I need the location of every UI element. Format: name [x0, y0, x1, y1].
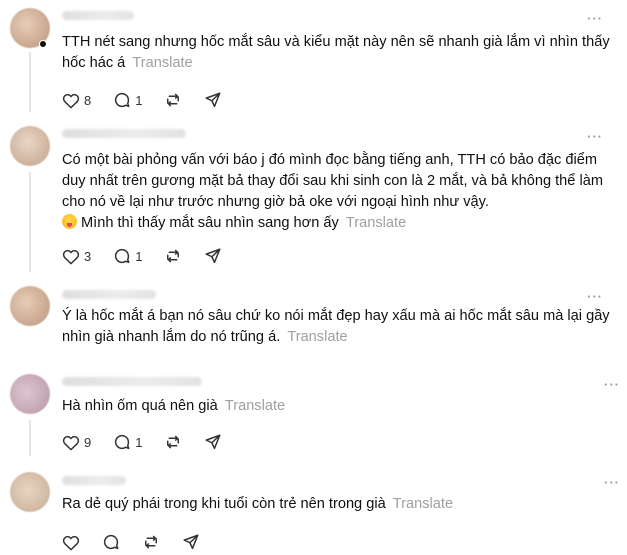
- send-icon: [205, 248, 221, 264]
- username[interactable]: [62, 11, 134, 20]
- more-icon[interactable]: ···: [604, 378, 620, 391]
- tongue-face-emoji-icon: [62, 214, 77, 229]
- send-icon: [183, 534, 199, 550]
- translate-link[interactable]: Translate: [287, 329, 347, 345]
- username[interactable]: [62, 377, 202, 386]
- reply-button[interactable]: 1: [113, 91, 142, 109]
- more-icon[interactable]: ···: [587, 290, 603, 303]
- like-button[interactable]: 8: [62, 92, 91, 109]
- thread-line: [29, 52, 31, 112]
- comment-item: ··· Ra dẻ quý phái trong khi tuổi còn tr…: [0, 462, 627, 555]
- send-icon: [205, 434, 221, 450]
- repost-button[interactable]: [164, 247, 182, 265]
- comment-icon: [115, 92, 130, 108]
- more-icon[interactable]: ···: [587, 12, 603, 25]
- repost-icon: [167, 93, 180, 107]
- avatar[interactable]: [10, 286, 50, 326]
- like-count: 9: [84, 434, 92, 450]
- avatar[interactable]: [10, 374, 50, 414]
- reply-count: 1: [135, 434, 143, 450]
- action-bar: 8 1: [62, 90, 244, 110]
- comment-text: Có một bài phỏng vấn với báo j đó mình đ…: [62, 150, 618, 234]
- action-bar: [62, 532, 222, 552]
- share-button[interactable]: [204, 91, 222, 109]
- translate-link[interactable]: Translate: [132, 55, 192, 71]
- translate-link[interactable]: Translate: [346, 215, 406, 231]
- more-icon[interactable]: ···: [587, 130, 603, 143]
- send-icon: [205, 92, 221, 108]
- repost-button[interactable]: [164, 91, 182, 109]
- heart-icon: [62, 535, 80, 550]
- comment-text: Hà nhìn ốm quá nên già Translate: [62, 396, 618, 417]
- action-bar: 3 1: [62, 246, 244, 266]
- repost-icon: [167, 435, 180, 449]
- username[interactable]: [62, 290, 156, 299]
- comment-body: Hà nhìn ốm quá nên già: [62, 398, 218, 414]
- comment-icon: [115, 434, 130, 450]
- like-count: 3: [84, 248, 92, 264]
- comment-text: TTH nét sang nhưng hốc mắt sâu và kiểu m…: [62, 32, 618, 74]
- username[interactable]: [62, 129, 186, 138]
- repost-icon: [167, 249, 180, 263]
- comment-item: ··· Có một bài phỏng vấn với báo j đó mì…: [0, 118, 627, 280]
- comment-body: Có một bài phỏng vấn với báo j đó mình đ…: [62, 152, 603, 210]
- reply-button[interactable]: 1: [113, 247, 142, 265]
- repost-icon: [145, 535, 157, 549]
- comment-text: Ra dẻ quý phái trong khi tuổi còn trẻ nê…: [62, 494, 618, 515]
- reply-count: 1: [135, 248, 143, 264]
- heart-icon: [62, 249, 80, 264]
- like-button[interactable]: [62, 534, 80, 551]
- translate-link[interactable]: Translate: [393, 496, 453, 512]
- like-button[interactable]: 9: [62, 434, 91, 451]
- more-icon[interactable]: ···: [604, 476, 620, 489]
- comment-body: Ra dẻ quý phái trong khi tuổi còn trẻ nê…: [62, 496, 386, 512]
- avatar[interactable]: [10, 472, 50, 512]
- username[interactable]: [62, 476, 126, 485]
- reply-button[interactable]: 1: [113, 433, 142, 451]
- comment-item: ··· Ý là hốc mắt á bạn nó sâu chứ ko nói…: [0, 280, 627, 366]
- like-button[interactable]: 3: [62, 248, 91, 265]
- share-button[interactable]: [204, 433, 222, 451]
- follow-badge-icon[interactable]: [39, 40, 47, 48]
- avatar[interactable]: [10, 126, 50, 166]
- thread-line: [29, 172, 31, 272]
- comment-text: Ý là hốc mắt á bạn nó sâu chứ ko nói mắt…: [62, 306, 618, 348]
- thread-line: [29, 420, 31, 456]
- heart-icon: [62, 435, 80, 450]
- reply-count: 1: [135, 92, 143, 108]
- heart-icon: [62, 93, 80, 108]
- repost-button[interactable]: [142, 533, 160, 551]
- translate-link[interactable]: Translate: [225, 398, 285, 414]
- share-button[interactable]: [182, 533, 200, 551]
- comment-icon: [103, 534, 119, 550]
- like-count: 8: [84, 92, 92, 108]
- comment-body-line2: Mình thì thấy mắt sâu nhìn sang hơn ấy: [81, 215, 339, 231]
- reply-button[interactable]: [102, 533, 120, 551]
- share-button[interactable]: [204, 247, 222, 265]
- comment-icon: [115, 248, 130, 264]
- comment-item: ··· TTH nét sang nhưng hốc mắt sâu và ki…: [0, 0, 627, 118]
- action-bar: 9 1: [62, 432, 244, 452]
- comment-item: ··· Hà nhìn ốm quá nên già Translate 9 1: [0, 366, 627, 462]
- repost-button[interactable]: [164, 433, 182, 451]
